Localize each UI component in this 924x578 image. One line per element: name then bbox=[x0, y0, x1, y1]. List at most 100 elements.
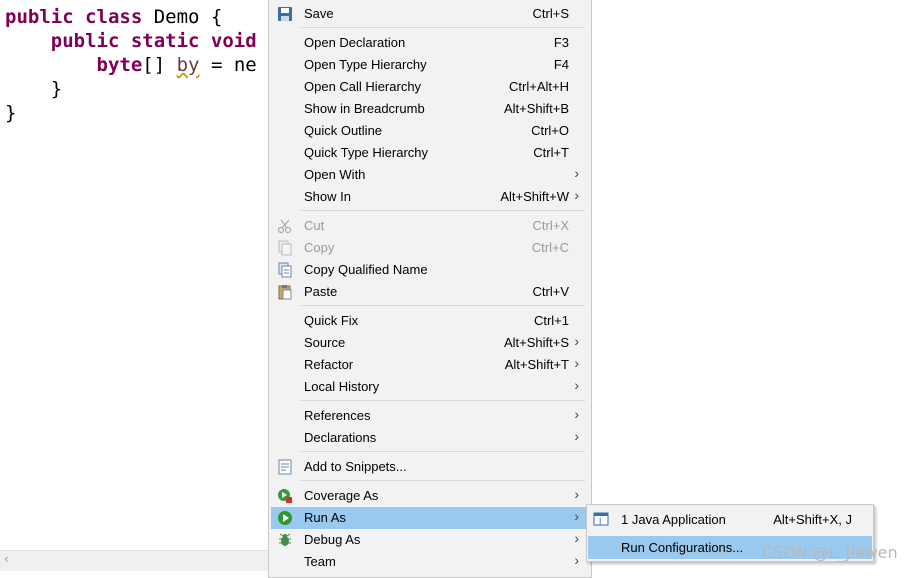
menu-item-shortcut: Ctrl+1 bbox=[533, 313, 569, 328]
menu-item-coverage-as[interactable]: Coverage As › bbox=[271, 485, 589, 507]
submenu-arrow-icon: › bbox=[574, 406, 579, 422]
submenu-arrow-icon: › bbox=[574, 530, 579, 546]
menu-item-source[interactable]: Source Alt+Shift+S › bbox=[271, 332, 589, 354]
menu-item-label: Quick Type Hierarchy bbox=[304, 145, 429, 160]
menu-item-copy-qualified-name[interactable]: Copy Qualified Name bbox=[271, 259, 589, 281]
menu-item-label: Quick Fix bbox=[304, 313, 359, 328]
menu-separator bbox=[301, 451, 585, 452]
menu-item-shortcut: Ctrl+T bbox=[533, 145, 569, 160]
menu-item-refactor[interactable]: Refactor Alt+Shift+T › bbox=[271, 354, 589, 376]
menu-item-label: Open Type Hierarchy bbox=[304, 57, 427, 72]
menu-item-label: Source bbox=[304, 335, 346, 350]
menu-item-references[interactable]: References › bbox=[271, 405, 589, 427]
horizontal-scrollbar[interactable]: ‹ bbox=[0, 550, 268, 571]
menu-item-label: Open Declaration bbox=[304, 35, 406, 50]
watermark: CSDN @L_Jiawen bbox=[762, 543, 898, 562]
keyword: public static bbox=[50, 30, 200, 52]
menu-item-label: Declarations bbox=[304, 430, 377, 445]
menu-separator bbox=[301, 27, 585, 28]
code-editor[interactable]: public class Demo { public static void b… bbox=[0, 0, 270, 571]
menu-item-label: Copy Qualified Name bbox=[304, 262, 428, 277]
keyword: public class bbox=[5, 6, 143, 28]
menu-item-show-in[interactable]: Show In Alt+Shift+W › bbox=[271, 186, 589, 208]
coverage-icon bbox=[277, 488, 293, 504]
keyword: byte bbox=[96, 54, 143, 76]
menu-item-shortcut: Ctrl+V bbox=[532, 284, 569, 299]
menu-item-shortcut: Ctrl+Alt+H bbox=[509, 79, 569, 94]
submenu-arrow-icon: › bbox=[574, 486, 579, 502]
menu-item-label: Copy bbox=[304, 240, 335, 255]
menu-item-shortcut: Ctrl+O bbox=[531, 123, 569, 138]
submenu-arrow-icon: › bbox=[574, 333, 579, 349]
menu-item-label: Open With bbox=[304, 167, 366, 182]
menu-item-shortcut: Alt+Shift+W bbox=[500, 189, 569, 204]
submenu-arrow-icon: › bbox=[574, 187, 579, 203]
menu-item-paste[interactable]: Paste Ctrl+V bbox=[271, 281, 589, 303]
menu-item-open-call-hierarchy[interactable]: Open Call Hierarchy Ctrl+Alt+H bbox=[271, 76, 589, 98]
copy-qualified-name-icon bbox=[277, 262, 293, 278]
menu-item-shortcut: Ctrl+C bbox=[531, 240, 569, 255]
menu-separator bbox=[301, 480, 585, 481]
menu-item-label: Local History bbox=[304, 379, 380, 394]
menu-item-open-declaration[interactable]: Open Declaration F3 bbox=[271, 32, 589, 54]
run-icon bbox=[277, 510, 293, 526]
menu-item-label: Debug As bbox=[304, 532, 361, 547]
menu-item-add-to-snippets[interactable]: Add to Snippets... bbox=[271, 456, 589, 478]
menu-item-local-history[interactable]: Local History › bbox=[271, 376, 589, 398]
code-token: [] bbox=[142, 54, 177, 76]
bug-icon bbox=[277, 532, 293, 548]
menu-item-shortcut: Ctrl+S bbox=[532, 6, 569, 21]
menu-item-shortcut: F3 bbox=[553, 35, 569, 50]
menu-item-shortcut: Ctrl+X bbox=[532, 218, 569, 233]
code-brace: } bbox=[5, 102, 17, 124]
submenu-item-java-application[interactable]: J 1 Java Application Alt+Shift+X, J bbox=[588, 508, 872, 531]
floppy-disk-icon bbox=[277, 6, 293, 22]
menu-item-label: Team bbox=[304, 554, 336, 569]
context-menu: Save Ctrl+S Open Declaration F3 Open Typ… bbox=[268, 0, 592, 578]
submenu-arrow-icon: › bbox=[574, 428, 579, 444]
menu-item-open-type-hierarchy[interactable]: Open Type Hierarchy F4 bbox=[271, 54, 589, 76]
menu-item-label: References bbox=[304, 408, 371, 423]
menu-item-shortcut: Alt+Shift+T bbox=[504, 357, 569, 372]
submenu-arrow-icon: › bbox=[574, 377, 579, 393]
menu-item-label: Cut bbox=[304, 218, 325, 233]
menu-item-shortcut: F4 bbox=[553, 57, 569, 72]
code-brace: } bbox=[50, 78, 63, 100]
keyword: void bbox=[199, 30, 257, 52]
submenu-arrow-icon: › bbox=[574, 508, 579, 524]
menu-item-run-as[interactable]: Run As › bbox=[271, 507, 589, 529]
menu-separator bbox=[301, 210, 585, 211]
menu-item-label: Show in Breadcrumb bbox=[304, 101, 425, 116]
menu-item-cut[interactable]: Cut Ctrl+X bbox=[271, 215, 589, 237]
menu-item-shortcut: Alt+Shift+B bbox=[503, 101, 569, 116]
menu-item-label: Refactor bbox=[304, 357, 354, 372]
scroll-left-icon[interactable]: ‹ bbox=[4, 552, 9, 566]
menu-item-declarations[interactable]: Declarations › bbox=[271, 427, 589, 449]
submenu-arrow-icon: › bbox=[574, 165, 579, 181]
menu-item-shortcut: Alt+Shift+S bbox=[503, 335, 569, 350]
menu-item-copy[interactable]: Copy Ctrl+C bbox=[271, 237, 589, 259]
menu-item-open-with[interactable]: Open With › bbox=[271, 164, 589, 186]
variable-warning: by bbox=[176, 54, 200, 76]
menu-item-quick-fix[interactable]: Quick Fix Ctrl+1 bbox=[271, 310, 589, 332]
java-application-icon: J bbox=[593, 511, 609, 527]
code-token: = ne bbox=[199, 54, 257, 76]
menu-item-save[interactable]: Save Ctrl+S bbox=[271, 3, 589, 25]
submenu-item-shortcut: Alt+Shift+X, J bbox=[773, 512, 852, 527]
snippet-icon bbox=[277, 459, 293, 475]
svg-text:J: J bbox=[598, 517, 601, 526]
submenu-arrow-icon: › bbox=[574, 355, 579, 371]
copy-icon bbox=[277, 240, 293, 256]
menu-item-show-in-breadcrumb[interactable]: Show in Breadcrumb Alt+Shift+B bbox=[271, 98, 589, 120]
menu-separator bbox=[301, 305, 585, 306]
menu-item-debug-as[interactable]: Debug As › bbox=[271, 529, 589, 551]
menu-item-quick-type-hierarchy[interactable]: Quick Type Hierarchy Ctrl+T bbox=[271, 142, 589, 164]
menu-item-label: Show In bbox=[304, 189, 351, 204]
menu-separator bbox=[301, 400, 585, 401]
menu-item-label: Open Call Hierarchy bbox=[304, 79, 422, 94]
menu-item-quick-outline[interactable]: Quick Outline Ctrl+O bbox=[271, 120, 589, 142]
menu-item-label: Quick Outline bbox=[304, 123, 383, 138]
submenu-item-label: 1 Java Application bbox=[621, 512, 726, 527]
menu-item-label: Paste bbox=[304, 284, 338, 299]
code-token: Demo { bbox=[142, 6, 223, 28]
